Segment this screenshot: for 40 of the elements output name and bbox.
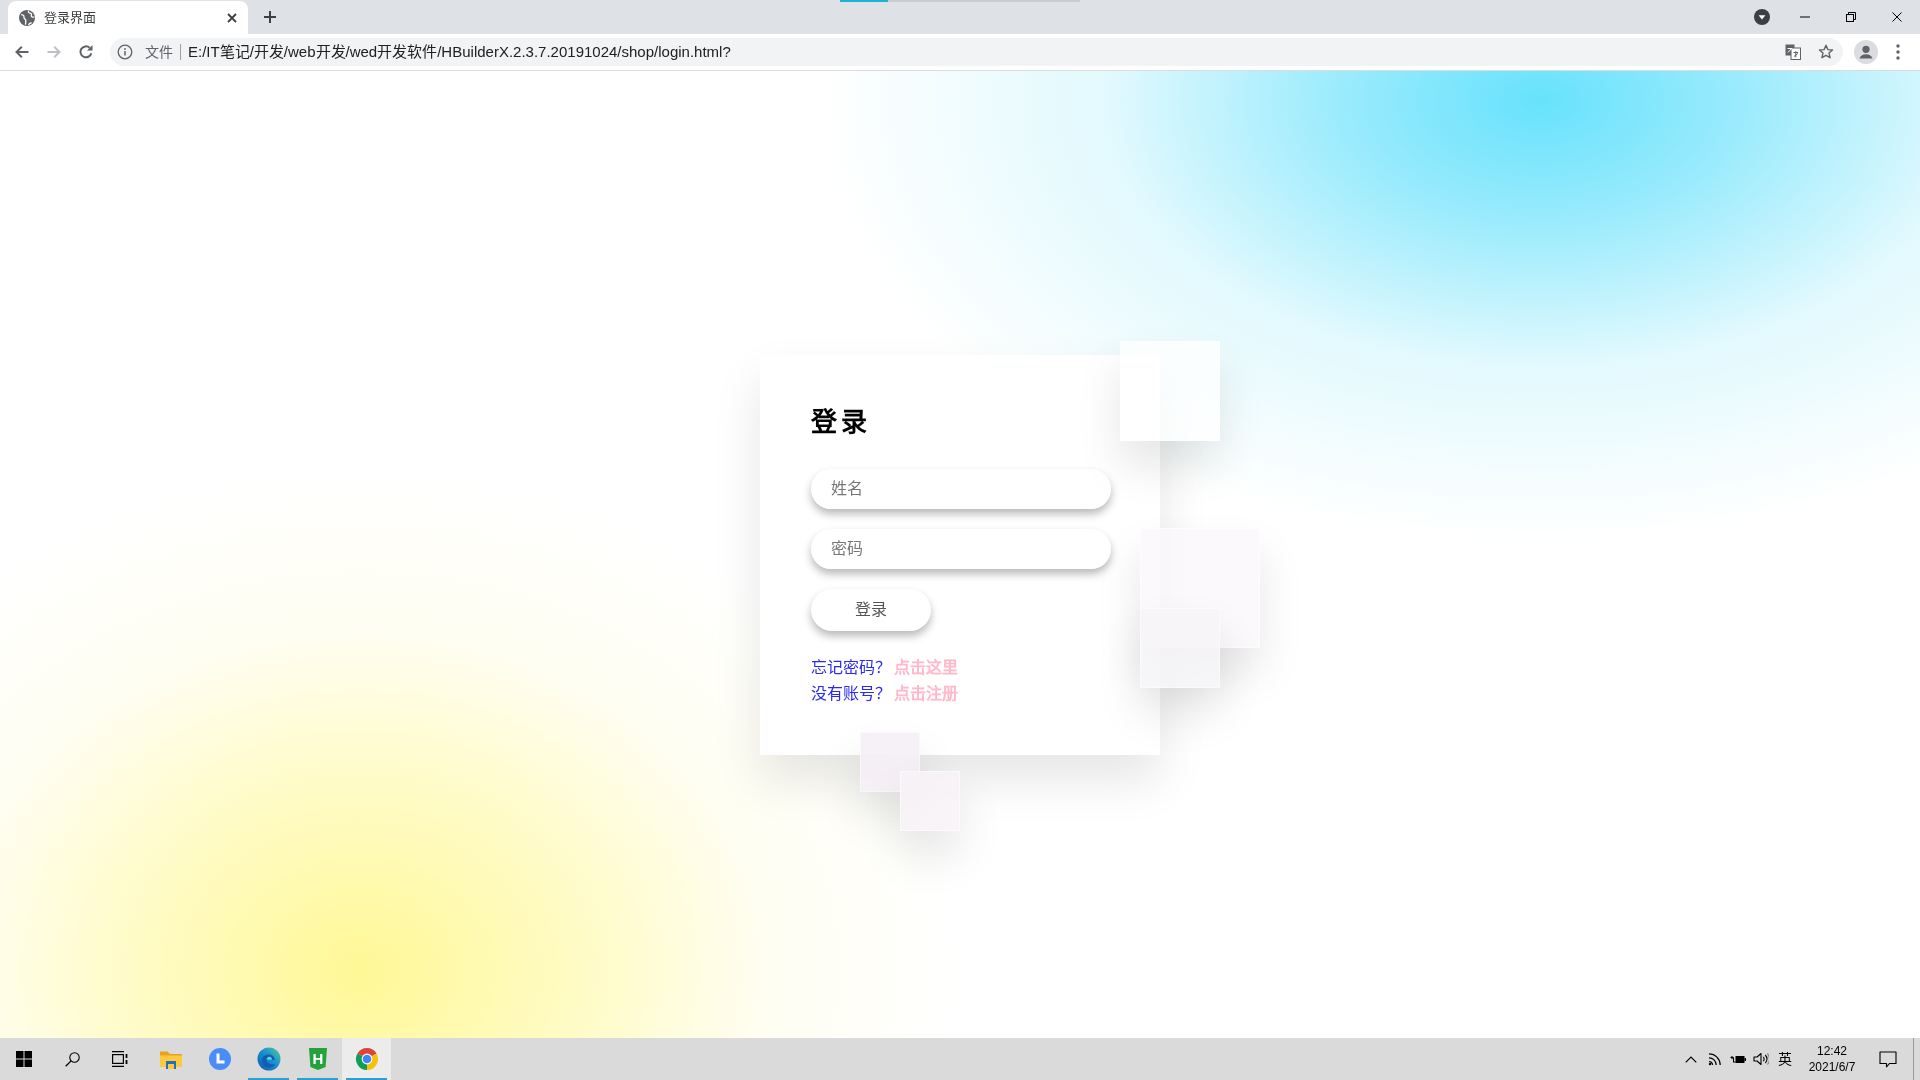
reload-icon[interactable] [78,44,94,60]
battery-icon[interactable] [1729,1053,1746,1065]
restore-icon[interactable] [1846,12,1856,22]
close-window-icon[interactable] [1892,12,1902,22]
plus-icon[interactable] [264,11,276,23]
chevron-up-icon[interactable] [1685,1055,1697,1063]
username-field[interactable]: 姓名 [811,468,1111,509]
folder-icon [159,1049,182,1069]
back-icon[interactable] [14,44,30,60]
browser-tab[interactable]: 登录界面 [8,1,248,34]
search-icon[interactable] [64,1051,80,1067]
notification-icon[interactable] [1879,1050,1897,1068]
site-info-button[interactable]: 文件 [117,41,173,63]
clock-time: 12:42 [1817,1043,1847,1059]
windows-logo-icon[interactable] [16,1051,32,1067]
login-button[interactable]: 登录 [811,588,931,631]
taskbar-app-button[interactable] [342,1038,391,1080]
caret-circle-icon[interactable] [1754,9,1770,25]
clock-date: 2021/6/7 [1808,1059,1856,1075]
login-title: 登录 [811,405,871,438]
input-method-indicator[interactable]: 英 [1778,1048,1792,1070]
info-icon [117,44,133,60]
avatar-icon[interactable] [1854,40,1878,64]
question-text: 忘记密码？ [811,658,891,676]
swirl-icon [256,1047,281,1071]
circle-app-icon [208,1048,231,1070]
speaker-icon[interactable] [1752,1052,1769,1066]
letter-shield-icon: H [307,1047,328,1071]
close-icon[interactable] [227,12,237,23]
glass-square [900,770,960,831]
wifi-icon[interactable] [1707,1052,1722,1066]
star-icon[interactable] [1818,44,1834,60]
translate-icon[interactable] [1785,44,1801,60]
kebab-menu-icon[interactable] [1896,44,1900,60]
task-view-icon[interactable] [111,1051,129,1067]
globe-icon [19,9,35,26]
question-text: 没有账号？ [811,684,891,702]
address-field[interactable]: 文件 E:/IT笔记/开发/web开发/wed开发软件/HBuilderX.2.3.7.20191024/shop/login.html? [110,38,1843,66]
browser-logo-icon [354,1047,379,1071]
password-field[interactable]: 密码 [811,528,1111,569]
